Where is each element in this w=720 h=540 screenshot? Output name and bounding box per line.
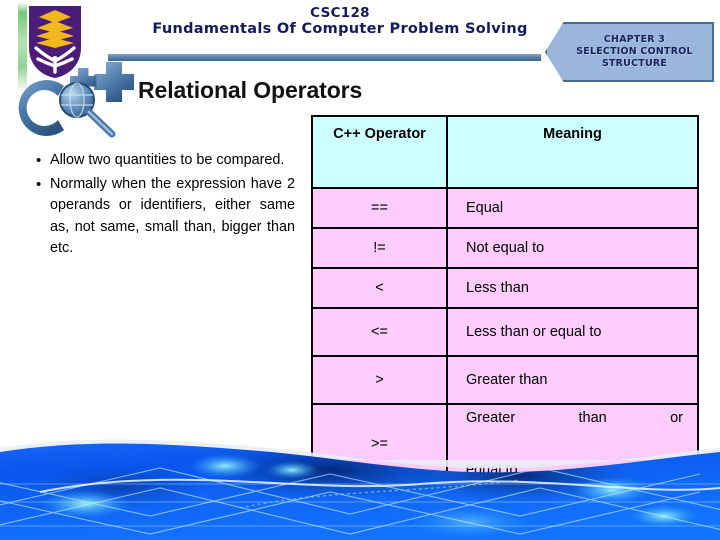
cell-operator: == [311, 187, 448, 229]
table-row: < Less than [311, 267, 699, 309]
chapter-banner-line-3: STRUCTURE [601, 57, 668, 69]
table-header-row: C++ Operator Meaning [311, 115, 699, 189]
cell-operator: > [311, 355, 448, 405]
course-header: CSC128 Fundamentals Of Computer Problem … [120, 6, 560, 37]
course-name: Fundamentals Of Computer Problem Solving [152, 20, 528, 37]
bullet-dot-icon: • [36, 175, 42, 193]
cell-operator: != [311, 227, 448, 269]
cell-operator: < [311, 267, 448, 309]
cell-meaning: Equal [446, 187, 699, 229]
table-row: != Not equal to [311, 227, 699, 269]
list-item: • Normally when the expression have 2 op… [33, 174, 295, 260]
cell-meaning: Greater than [446, 355, 699, 405]
cell-meaning: Less than or equal to [446, 307, 699, 357]
table-row: <= Less than or equal to [311, 307, 699, 357]
chapter-banner: CHAPTER 3 SELECTION CONTROL STRUCTURE [545, 22, 714, 82]
bullet-text: Allow two quantities to be compared. [50, 152, 285, 168]
cpp-magnifier-logo [8, 56, 142, 142]
page-title: Relational Operators [138, 77, 363, 103]
cell-meaning: Not equal to [446, 227, 699, 269]
table-row: > Greater than [311, 355, 699, 405]
footer-wave-graphic [0, 430, 720, 540]
chapter-banner-line-1: CHAPTER 3 [603, 34, 666, 46]
presentation-slide: CSC128 Fundamentals Of Computer Problem … [0, 0, 720, 540]
header-divider-rule [108, 54, 541, 61]
bullet-list: • Allow two quantities to be compared. •… [33, 150, 295, 262]
course-code: CSC128 [310, 5, 370, 21]
bullet-dot-icon: • [36, 152, 42, 169]
column-header-operator: C++ Operator [311, 115, 448, 189]
cell-operator: <= [311, 307, 448, 357]
chapter-banner-text: CHAPTER 3 SELECTION CONTROL STRUCTURE [562, 34, 697, 70]
chapter-banner-line-2: SELECTION CONTROL [576, 46, 693, 58]
list-item: • Allow two quantities to be compared. [33, 150, 295, 172]
cell-meaning: Less than [446, 267, 699, 309]
column-header-meaning: Meaning [446, 115, 699, 189]
table-row: == Equal [311, 187, 699, 229]
bullet-text: Normally when the expression have 2 oper… [50, 175, 295, 257]
